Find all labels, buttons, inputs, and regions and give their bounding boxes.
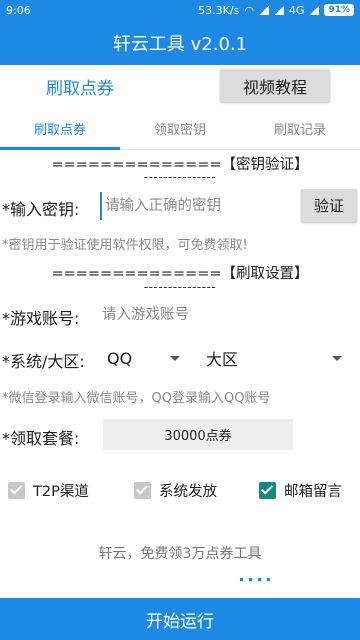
checkbox-unchecked-icon xyxy=(134,482,151,499)
page-title: 刷取点券 xyxy=(46,79,114,99)
key-input[interactable] xyxy=(100,192,295,220)
mail-message-checkbox[interactable]: 邮箱留言 xyxy=(259,480,342,501)
network-type: 4G xyxy=(288,3,305,17)
page-header: 刷取点券 视频教程 xyxy=(0,65,360,105)
status-bar: 9:06 53.3K/s ◠ 4G 91% xyxy=(0,0,360,20)
settings-section-divider: --------------- xyxy=(143,280,217,294)
wifi-icon: ◠ xyxy=(244,3,254,17)
checkbox-unchecked-icon xyxy=(8,482,25,499)
app-title: 轩云工具 v2.0.1 xyxy=(112,33,248,55)
key-section-divider: --------------- xyxy=(143,170,217,184)
system-region-label: *系统/大区: xyxy=(2,352,85,371)
video-tutorial-button[interactable]: 视频教程 xyxy=(220,69,330,102)
verify-button[interactable]: 验证 xyxy=(301,189,357,222)
region-select[interactable]: 大区 xyxy=(206,345,348,371)
mail-message-label: 邮箱留言 xyxy=(284,484,342,500)
tab-bar: 刷取点券 领取密钥 刷取记录 xyxy=(0,108,360,150)
chevron-down-icon xyxy=(332,356,342,361)
checkbox-checked-icon xyxy=(259,482,276,499)
package-select[interactable]: 30000点券 xyxy=(103,419,293,450)
tab-get-key[interactable]: 领取密钥 xyxy=(120,108,240,148)
battery-indicator: 91% xyxy=(324,4,354,16)
footer-text: 轩云，免费领3万点券工具 xyxy=(98,546,262,562)
region-select-value: 大区 xyxy=(206,350,239,369)
system-issue-checkbox[interactable]: 系统发放 xyxy=(134,480,217,501)
start-run-button[interactable]: 开始运行 xyxy=(0,598,360,640)
system-select[interactable]: QQ xyxy=(107,345,185,371)
game-account-input[interactable] xyxy=(102,302,342,328)
package-value: 30000点券 xyxy=(164,429,232,444)
t2p-channel-checkbox[interactable]: T2P渠道 xyxy=(8,480,89,501)
tab-brush-points[interactable]: 刷取点券 xyxy=(0,108,120,148)
key-label: *输入密钥: xyxy=(2,200,80,219)
status-icons: 53.3K/s ◠ 4G 91% xyxy=(198,4,354,17)
app-bar: 轩云工具 v2.0.1 xyxy=(0,20,360,65)
tab-indicator xyxy=(0,147,120,150)
t2p-channel-label: T2P渠道 xyxy=(33,484,89,500)
network-speed: 53.3K/s xyxy=(198,3,240,17)
package-label: *领取套餐: xyxy=(2,429,80,448)
system-select-value: QQ xyxy=(107,348,133,368)
system-issue-label: 系统发放 xyxy=(159,484,217,500)
key-hint: *密钥用于验证使用软件权限，可免费领取! xyxy=(2,238,248,253)
signal-icon-2 xyxy=(273,5,284,15)
chevron-down-icon xyxy=(170,356,180,361)
login-hint: *微信登录输入微信账号，QQ登录输入QQ账号 xyxy=(2,391,271,406)
tab-records[interactable]: 刷取记录 xyxy=(240,108,360,148)
signal-icon-3 xyxy=(309,5,320,15)
decorative-dots xyxy=(240,578,270,581)
signal-icon xyxy=(258,5,269,15)
status-time: 9:06 xyxy=(6,3,31,17)
account-label: *游戏账号: xyxy=(2,309,80,328)
